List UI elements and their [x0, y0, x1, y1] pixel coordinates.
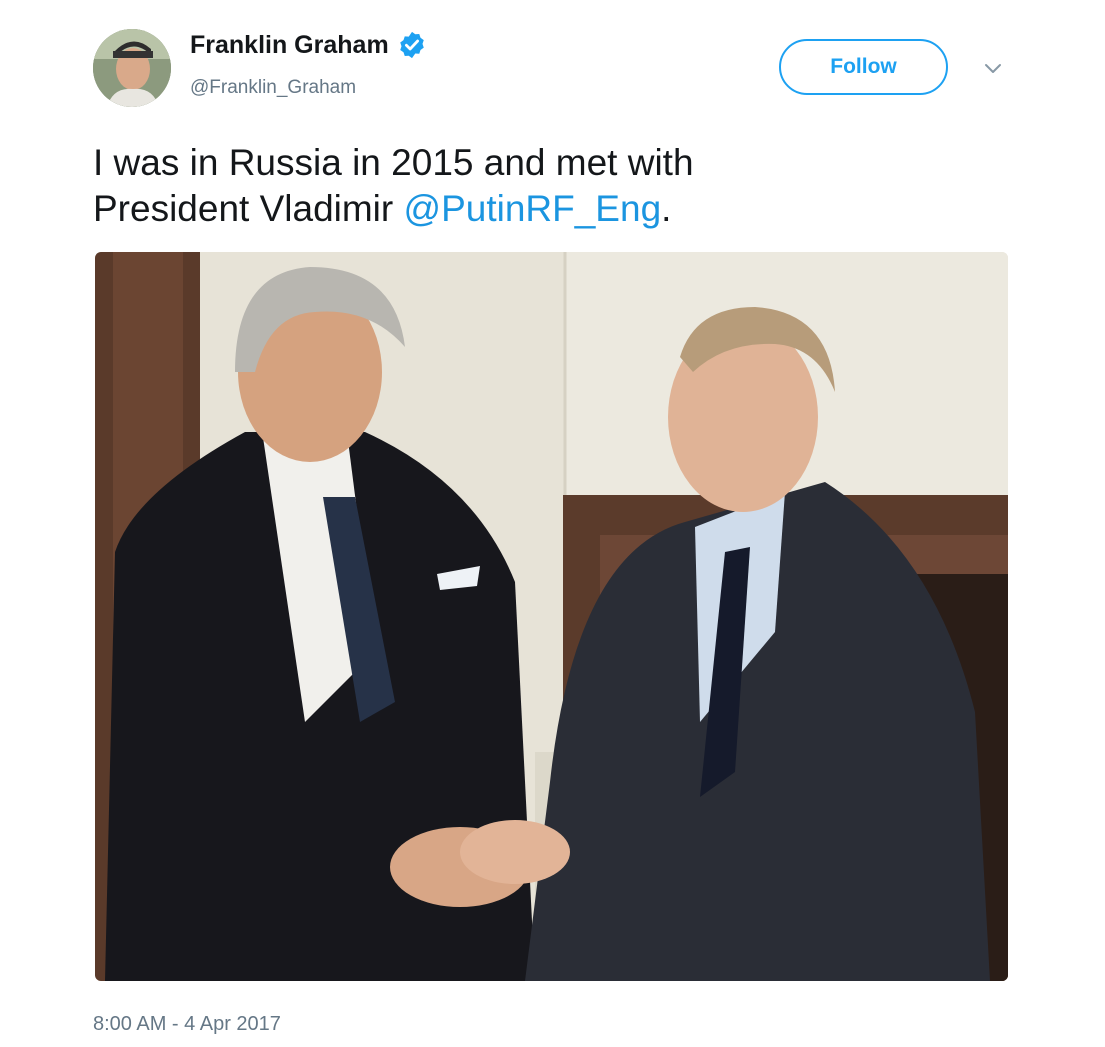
author-display-name[interactable]: Franklin Graham [190, 31, 389, 60]
avatar[interactable] [93, 29, 171, 107]
tweet-text-end: . [661, 188, 672, 229]
author-handle[interactable]: @Franklin_Graham [190, 77, 356, 99]
follow-button[interactable]: Follow [779, 39, 948, 95]
author-name-row: Franklin Graham [190, 30, 427, 60]
chevron-down-icon[interactable] [983, 62, 1003, 76]
tweet-text-line2: President Vladimir [93, 188, 404, 229]
tweet-text-line1: I was in Russia in 2015 and met with [93, 142, 694, 183]
tweet-photo[interactable] [95, 252, 1008, 981]
tweet-text: I was in Russia in 2015 and met with Pres… [93, 140, 1013, 232]
tweet-timestamp[interactable]: 8:00 AM - 4 Apr 2017 [93, 1013, 281, 1036]
mention-link[interactable]: @PutinRF_Eng [404, 188, 662, 229]
verified-badge-icon [399, 31, 424, 59]
